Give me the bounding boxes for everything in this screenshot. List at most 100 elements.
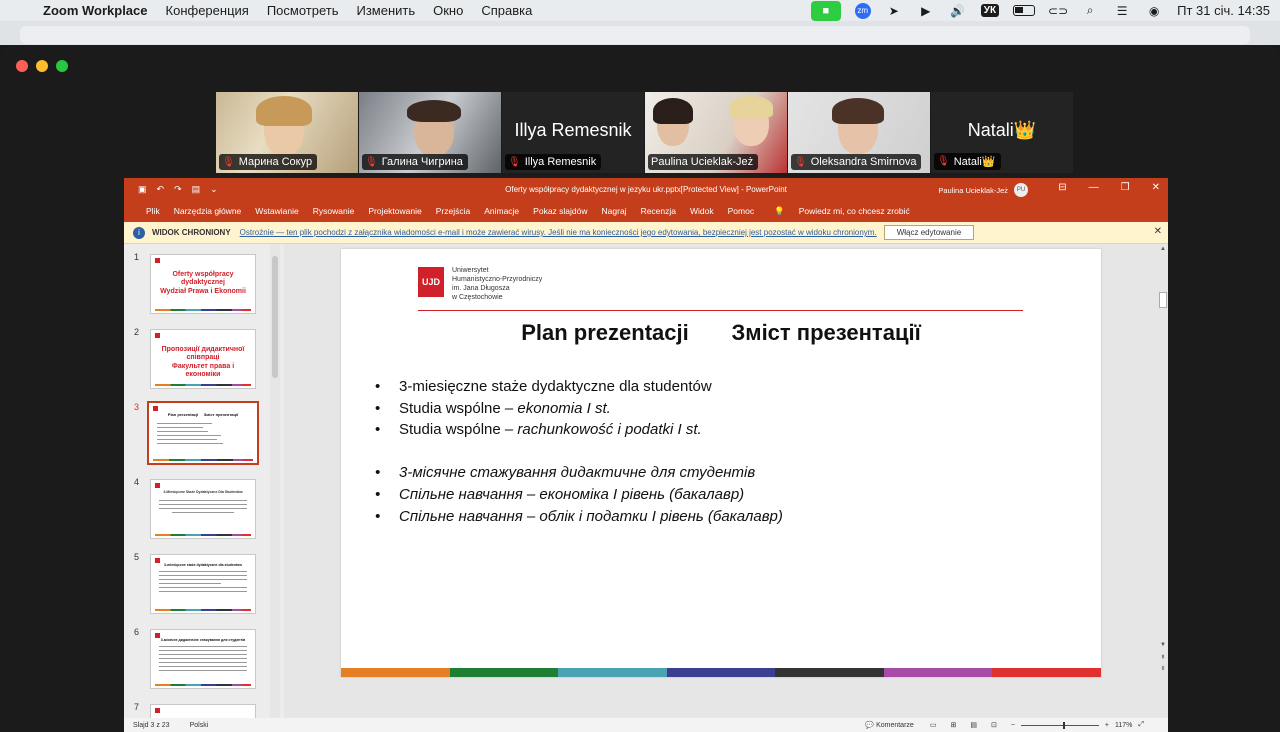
menu-app-zoom[interactable]: Zoom Workplace	[34, 3, 157, 18]
ribbon-display-icon[interactable]: ⊟	[1058, 182, 1066, 193]
ppt-workspace: 1 Oferty współpracy dydaktycznej Wydział…	[124, 244, 1168, 718]
ppt-user[interactable]: Paulina Ucieklak-Jeż PU	[938, 183, 1028, 197]
bullet-item: 3-місячне стажування дидактичне для студ…	[375, 462, 783, 484]
participant-tile[interactable]: 🎙 Oleksandra Smirnova	[788, 92, 930, 173]
enable-editing-button[interactable]: Włącz edytowanie	[883, 225, 975, 240]
slide-thumbnail[interactable]: Пропозиції дидактичної співпраці Факульт…	[150, 329, 256, 389]
menu-edit[interactable]: Изменить	[347, 3, 424, 18]
footer-color-bar	[341, 668, 1102, 677]
close-window-button[interactable]	[16, 60, 28, 72]
tab-home[interactable]: Narzędzia główne	[167, 206, 249, 216]
tab-design[interactable]: Projektowanie	[361, 206, 428, 216]
mic-muted-icon: 🎙	[222, 156, 235, 168]
volume-icon[interactable]: 🔊	[949, 4, 967, 18]
bullet-item: Спільне навчання – облік і податки I рів…	[375, 506, 783, 528]
protected-view-message[interactable]: Ostrożnie — ten plik pochodzi z załączni…	[240, 228, 877, 237]
tab-help[interactable]: Pomoc	[721, 206, 761, 216]
university-logo: UJD	[418, 267, 444, 297]
thumbnail-number: 6	[134, 627, 140, 637]
bullet-item: Studia wspólne – rachunkowość i podatki …	[375, 419, 783, 441]
normal-view-icon[interactable]: ▭	[930, 721, 937, 729]
participant-tile[interactable]: Natali👑 🎙 Natali👑	[931, 92, 1073, 173]
thumbnail-number: 7	[134, 702, 140, 712]
sorter-view-icon[interactable]: ⊞	[950, 721, 956, 729]
current-slide: UJD Uniwersytet Humanistyczno-Przyrodnic…	[341, 249, 1102, 677]
thumbnail-number: 2	[134, 327, 140, 337]
close-icon[interactable]: ✕	[1152, 182, 1160, 193]
zoom-slider[interactable]: − + 117% ⤢	[1011, 721, 1144, 729]
tab-transitions[interactable]: Przejścia	[429, 206, 477, 216]
zoom-zm-icon[interactable]: zm	[854, 2, 871, 19]
zoom-level[interactable]: 117%	[1115, 722, 1132, 729]
close-icon[interactable]: ✕	[1154, 226, 1162, 237]
participant-tile[interactable]: 🎙 Марина Сокур	[216, 92, 358, 173]
ppt-window-controls: ⊟ — ❐ ✕	[1058, 182, 1160, 193]
tab-insert[interactable]: Wstawianie	[248, 206, 305, 216]
link-icon[interactable]: ⊂⊃	[1048, 4, 1068, 18]
zoom-camera-icon[interactable]: ■	[810, 0, 841, 21]
scroll-thumb[interactable]	[1159, 292, 1167, 308]
tab-review[interactable]: Recenzja	[634, 206, 683, 216]
keyboard-layout-indicator[interactable]: УК	[980, 4, 1000, 17]
fullscreen-window-button[interactable]	[56, 60, 68, 72]
scroll-up-icon[interactable]: ▲	[1158, 246, 1168, 252]
tab-file[interactable]: Plik	[139, 206, 167, 216]
comments-button[interactable]: 💬 Komentarze	[865, 721, 913, 729]
slide-thumbnail[interactable]: 3-місячне дидактичне стажування для студ…	[150, 629, 256, 689]
lightbulb-icon: 💡	[774, 205, 785, 216]
mic-muted-icon: 🎙	[794, 156, 807, 168]
slide-thumbnail-selected[interactable]: Plan prezentacji Зміст презентації	[147, 401, 259, 465]
ppt-ribbon-tabs: Plik Narzędzia główne Wstawianie Rysowan…	[124, 200, 1168, 222]
location-icon[interactable]: ➤	[885, 4, 903, 18]
window-controls	[16, 60, 68, 72]
protected-view-label: WIDOK CHRONIONY	[152, 228, 231, 237]
restore-icon[interactable]: ❐	[1121, 182, 1130, 193]
tab-record[interactable]: Nagraj	[595, 206, 634, 216]
participant-nameplate: 🎙 Illya Remesnik	[505, 154, 602, 170]
info-icon: i	[133, 226, 145, 239]
siri-icon[interactable]: ◉	[1145, 4, 1163, 18]
mic-muted-icon: 🎙	[365, 156, 378, 168]
battery-icon[interactable]	[1013, 5, 1036, 16]
participant-tile[interactable]: 🎙 Галина Чигрина	[359, 92, 501, 173]
language-indicator[interactable]: Polski	[190, 722, 209, 729]
minimize-icon[interactable]: —	[1089, 182, 1099, 193]
slide-thumbnail[interactable]: Oferty współpracy dydaktycznej Wydział P…	[150, 254, 256, 314]
control-center-icon[interactable]: ☰	[1113, 4, 1131, 18]
menu-help[interactable]: Справка	[472, 3, 541, 18]
tab-draw[interactable]: Rysowanie	[306, 206, 362, 216]
reading-view-icon[interactable]: ▤	[970, 721, 977, 729]
menubar-clock[interactable]: Пт 31 січ. 14:35	[1177, 3, 1270, 18]
next-slide-icon[interactable]: ⇟	[1158, 665, 1168, 672]
menu-window[interactable]: Окно	[424, 3, 472, 18]
tab-animations[interactable]: Animacje	[477, 206, 526, 216]
menu-conference[interactable]: Конференция	[157, 3, 258, 18]
bullet-item: Studia wspólne – ekonomia I st.	[375, 398, 783, 420]
tell-me-search[interactable]: Powiedz mi, co chcesz zrobić	[792, 206, 917, 216]
mic-muted-icon: 🎙	[508, 156, 521, 168]
slide-scrollbar[interactable]: ▲ ▼ ⇞ ⇟	[1158, 244, 1168, 718]
thumbnails-scrollbar[interactable]	[270, 244, 280, 718]
fit-slide-icon[interactable]: ⤢	[1138, 721, 1144, 729]
tab-view[interactable]: Widok	[683, 206, 721, 216]
header-rule	[418, 310, 1023, 311]
zoom-meeting-window: 🎙 Марина Сокур 🎙 Галина Чигрина Illya Reme…	[2, 45, 1278, 732]
previous-slide-icon[interactable]: ⇞	[1158, 654, 1168, 661]
participant-tile[interactable]: Illya Remesnik 🎙 Illya Remesnik	[502, 92, 644, 173]
zoom-out-icon[interactable]: −	[1011, 722, 1015, 729]
slideshow-view-icon[interactable]: ⊡	[991, 721, 997, 729]
slide-thumbnails-pane: 1 Oferty współpracy dydaktycznej Wydział…	[124, 244, 284, 718]
search-icon[interactable]: ⌕	[1081, 3, 1099, 18]
thumbnail-number: 4	[134, 477, 140, 487]
tab-slideshow[interactable]: Pokaz slajdów	[526, 206, 594, 216]
menu-view[interactable]: Посмотреть	[258, 3, 348, 18]
participant-nameplate: 🎙 Галина Чигрина	[362, 154, 468, 170]
participant-tile-active-speaker[interactable]: Paulina Ucieklak-Jeż	[645, 92, 787, 173]
slide-thumbnail[interactable]: 3-Miesięczne Staże Dydaktyczne Dla Stude…	[150, 479, 256, 539]
zoom-in-icon[interactable]: +	[1105, 722, 1109, 729]
scroll-down-icon[interactable]: ▼	[1158, 642, 1168, 648]
slide-thumbnail[interactable]	[150, 704, 256, 718]
slide-thumbnail[interactable]: 3-miesięczne staże dydaktyczne dla stude…	[150, 554, 256, 614]
minimize-window-button[interactable]	[36, 60, 48, 72]
play-icon[interactable]: ▶	[917, 4, 935, 18]
